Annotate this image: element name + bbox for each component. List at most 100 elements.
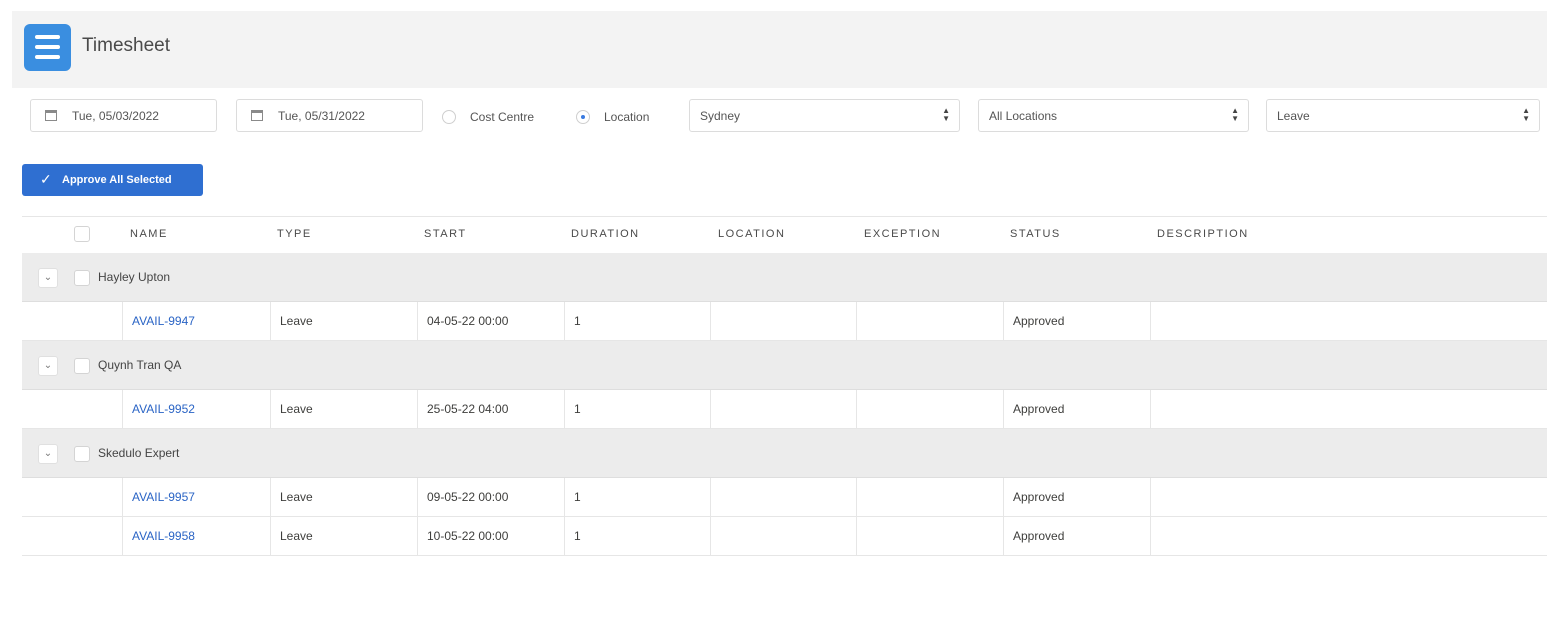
group-name: Skedulo Expert bbox=[98, 446, 180, 460]
record-link[interactable]: AVAIL-9958 bbox=[132, 529, 195, 543]
cell-duration: 1 bbox=[564, 478, 710, 516]
column-header-start[interactable]: START bbox=[424, 228, 467, 240]
column-header-description[interactable]: DESCRIPTION bbox=[1157, 228, 1249, 240]
record-link[interactable]: AVAIL-9957 bbox=[132, 490, 195, 504]
region-select-value: Sydney bbox=[700, 109, 741, 123]
calendar-icon bbox=[45, 110, 57, 121]
cell-start-text: 25-05-22 04:00 bbox=[427, 402, 509, 416]
column-header-status[interactable]: STATUS bbox=[1010, 228, 1061, 240]
approve-button-label: Approve All Selected bbox=[62, 174, 172, 186]
cell-type-text: Leave bbox=[280, 402, 313, 416]
cost-centre-label: Cost Centre bbox=[470, 110, 535, 124]
region-select[interactable]: Sydney ▲ ▼ bbox=[689, 99, 960, 132]
cell-type-text: Leave bbox=[280, 314, 313, 328]
cell-location bbox=[710, 517, 856, 555]
cell-start: 10-05-22 00:00 bbox=[417, 517, 564, 555]
column-header-type[interactable]: TYPE bbox=[277, 228, 312, 240]
end-date-picker[interactable]: Tue, 05/31/2022 bbox=[236, 99, 423, 132]
list-menu-icon bbox=[24, 24, 71, 71]
type-select-value: Leave bbox=[1277, 109, 1310, 123]
group-name: Hayley Upton bbox=[98, 270, 171, 284]
chevron-down-icon[interactable]: ⌄ bbox=[38, 356, 58, 376]
select-all-checkbox[interactable] bbox=[74, 226, 90, 242]
page-title: Timesheet bbox=[82, 35, 170, 56]
cell-type-text: Leave bbox=[280, 529, 313, 543]
column-header-exception[interactable]: EXCEPTION bbox=[864, 228, 941, 240]
cell-start: 09-05-22 00:00 bbox=[417, 478, 564, 516]
table-row[interactable]: AVAIL-9958 Leave 10-05-22 00:00 1 Approved bbox=[22, 517, 1547, 556]
cell-exception bbox=[856, 478, 1003, 516]
timesheet-table: NAME TYPE START DURATION LOCATION EXCEPT… bbox=[22, 216, 1547, 556]
table-body: ⌄ Hayley Upton AVAIL-9947 Leave 04-05-22 00:… bbox=[22, 253, 1547, 556]
column-header-duration[interactable]: DURATION bbox=[571, 228, 640, 240]
cell-status: Approved bbox=[1003, 302, 1150, 340]
cell-exception bbox=[856, 517, 1003, 555]
cell-description bbox=[1150, 302, 1547, 340]
cell-duration-text: 1 bbox=[574, 402, 581, 416]
cell-name: AVAIL-9958 bbox=[122, 517, 270, 555]
radio-button[interactable] bbox=[442, 110, 456, 124]
cell-duration: 1 bbox=[564, 517, 710, 555]
cell-type: Leave bbox=[270, 390, 417, 428]
type-select[interactable]: Leave ▲ ▼ bbox=[1266, 99, 1540, 132]
location-label: Location bbox=[604, 110, 650, 124]
record-link[interactable]: AVAIL-9952 bbox=[132, 402, 195, 416]
start-date-picker[interactable]: Tue, 05/03/2022 bbox=[30, 99, 217, 132]
cell-location bbox=[710, 390, 856, 428]
calendar-icon bbox=[251, 110, 263, 121]
column-header-location[interactable]: LOCATION bbox=[718, 228, 785, 240]
table-row[interactable]: AVAIL-9952 Leave 25-05-22 04:00 1 Approved bbox=[22, 390, 1547, 429]
cell-name: AVAIL-9947 bbox=[122, 302, 270, 340]
page-header: Timesheet bbox=[12, 11, 1547, 88]
cell-duration: 1 bbox=[564, 302, 710, 340]
cell-start-text: 10-05-22 00:00 bbox=[427, 529, 509, 543]
group-name: Quynh Tran QA bbox=[98, 358, 182, 372]
cell-start-text: 09-05-22 00:00 bbox=[427, 490, 509, 504]
cell-type: Leave bbox=[270, 517, 417, 555]
cell-description bbox=[1150, 517, 1547, 555]
cell-status: Approved bbox=[1003, 390, 1150, 428]
chevron-down-icon[interactable]: ⌄ bbox=[38, 268, 58, 288]
group-row: ⌄ Hayley Upton bbox=[22, 253, 1547, 302]
cell-status-text: Approved bbox=[1013, 314, 1065, 328]
select-arrows-icon: ▲ ▼ bbox=[1522, 106, 1530, 123]
cell-name: AVAIL-9957 bbox=[122, 478, 270, 516]
group-row: ⌄ Quynh Tran QA bbox=[22, 341, 1547, 390]
cell-start: 25-05-22 04:00 bbox=[417, 390, 564, 428]
radio-button-selected[interactable] bbox=[576, 110, 590, 124]
cell-status: Approved bbox=[1003, 517, 1150, 555]
record-link[interactable]: AVAIL-9947 bbox=[132, 314, 195, 328]
cell-name: AVAIL-9952 bbox=[122, 390, 270, 428]
table-header: NAME TYPE START DURATION LOCATION EXCEPT… bbox=[22, 216, 1547, 253]
cell-start-text: 04-05-22 00:00 bbox=[427, 314, 509, 328]
cell-description bbox=[1150, 390, 1547, 428]
cell-exception bbox=[856, 390, 1003, 428]
group-row: ⌄ Skedulo Expert bbox=[22, 429, 1547, 478]
table-row[interactable]: AVAIL-9947 Leave 04-05-22 00:00 1 Approved bbox=[22, 302, 1547, 341]
cell-status-text: Approved bbox=[1013, 402, 1065, 416]
start-date-value: Tue, 05/03/2022 bbox=[72, 109, 159, 123]
select-arrows-icon: ▲ ▼ bbox=[1231, 106, 1239, 123]
cell-duration: 1 bbox=[564, 390, 710, 428]
cell-status-text: Approved bbox=[1013, 529, 1065, 543]
column-header-name[interactable]: NAME bbox=[130, 228, 168, 240]
group-checkbox[interactable] bbox=[74, 446, 90, 462]
location-select[interactable]: All Locations ▲ ▼ bbox=[978, 99, 1249, 132]
cell-duration-text: 1 bbox=[574, 529, 581, 543]
cell-duration-text: 1 bbox=[574, 314, 581, 328]
cell-status: Approved bbox=[1003, 478, 1150, 516]
cell-description bbox=[1150, 478, 1547, 516]
chevron-down-icon[interactable]: ⌄ bbox=[38, 444, 58, 464]
location-select-value: All Locations bbox=[989, 109, 1058, 123]
cell-exception bbox=[856, 302, 1003, 340]
table-row[interactable]: AVAIL-9957 Leave 09-05-22 00:00 1 Approved bbox=[22, 478, 1547, 517]
group-checkbox[interactable] bbox=[74, 270, 90, 286]
cell-type: Leave bbox=[270, 302, 417, 340]
approve-all-selected-button[interactable]: ✓ Approve All Selected bbox=[22, 164, 203, 196]
cell-status-text: Approved bbox=[1013, 490, 1065, 504]
group-checkbox[interactable] bbox=[74, 358, 90, 374]
cell-location bbox=[710, 478, 856, 516]
checkmark-icon: ✓ bbox=[40, 171, 52, 187]
end-date-value: Tue, 05/31/2022 bbox=[278, 109, 365, 123]
cell-start: 04-05-22 00:00 bbox=[417, 302, 564, 340]
